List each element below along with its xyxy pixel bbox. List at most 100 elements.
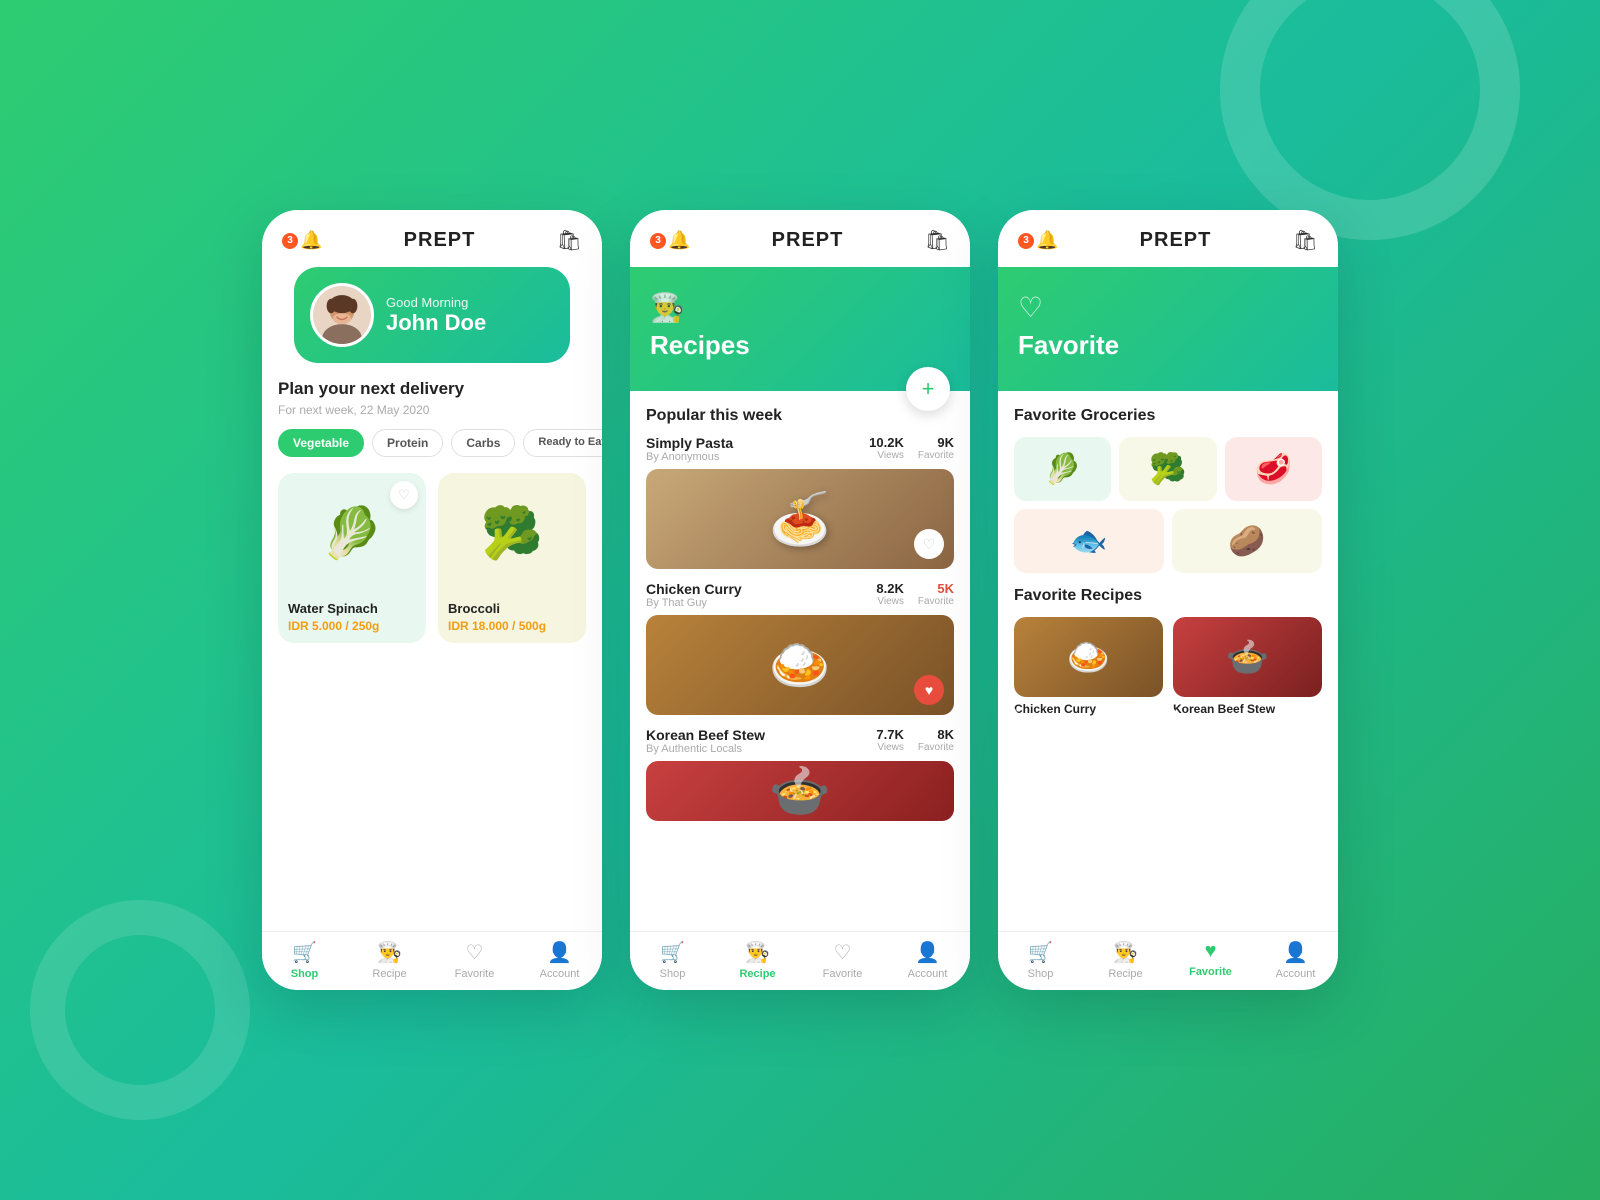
recipe-stats-curry: 8.2K Views 5K Favorite bbox=[876, 581, 954, 607]
product-card-spinach[interactable]: 🥬 ♡ Water Spinach IDR 5.000 / 250g bbox=[278, 473, 426, 643]
bell-icon-3[interactable]: 🔔 bbox=[1036, 230, 1058, 251]
nav-recipe-2[interactable]: 👨‍🍳 Recipe bbox=[715, 940, 800, 980]
recipe-page-title: Recipes bbox=[650, 330, 950, 361]
cart-icon-shop[interactable]: 🛍 bbox=[557, 228, 582, 253]
bg-decoration-circle-2 bbox=[30, 900, 250, 1120]
nav-account-3[interactable]: 👤 Account bbox=[1253, 940, 1338, 980]
bell-icon-2[interactable]: 🔔 bbox=[668, 230, 690, 251]
nav-favorite-3[interactable]: ♥ Favorite bbox=[1168, 940, 1253, 980]
cart-icon-favorite[interactable]: 🛍 bbox=[1293, 228, 1318, 253]
product-img-broccoli: 🥦 bbox=[438, 473, 586, 593]
recipe-name-beef: Korean Beef Stew bbox=[646, 727, 765, 743]
shop-nav-label: Shop bbox=[291, 968, 319, 980]
recipe-nav-label-3: Recipe bbox=[1108, 968, 1142, 980]
fav-recipe-img-curry: 🍛 bbox=[1014, 617, 1163, 697]
grocery-tile-salmon[interactable]: 🐟 bbox=[1014, 509, 1164, 573]
header-shop: 3 🔔 PREPT 🛍 bbox=[262, 210, 602, 267]
nav-shop-2[interactable]: 🛒 Shop bbox=[630, 940, 715, 980]
account-nav-label-2: Account bbox=[908, 968, 948, 980]
bottom-nav-recipe: 🛒 Shop 👨‍🍳 Recipe ♡ Favorite 👤 Account bbox=[630, 931, 970, 990]
nav-account-1[interactable]: 👤 Account bbox=[517, 940, 602, 980]
recipe-meta-beef: Korean Beef Stew By Authentic Locals 7.7… bbox=[646, 727, 954, 755]
recipe-info-beef: Korean Beef Stew By Authentic Locals bbox=[646, 727, 765, 755]
favorite-page-title: Favorite bbox=[1018, 330, 1318, 361]
shop-nav-icon-3: 🛒 bbox=[1028, 940, 1053, 965]
recipe-stats-beef: 7.7K Views 8K Favorite bbox=[876, 727, 954, 753]
grocery-grid-row1: 🥬 🥦 🥩 bbox=[1014, 437, 1322, 501]
user-avatar bbox=[310, 283, 374, 347]
screen-shop: 3 🔔 PREPT 🛍 bbox=[262, 210, 602, 990]
recipe-author-pasta: By Anonymous bbox=[646, 451, 733, 463]
recipe-korean-beef[interactable]: Korean Beef Stew By Authentic Locals 7.7… bbox=[646, 727, 954, 821]
recipe-name-curry: Chicken Curry bbox=[646, 581, 742, 597]
hero-text: Good Morning John Doe bbox=[386, 295, 486, 336]
recipe-nav-label-2: Recipe bbox=[739, 968, 775, 980]
nav-shop-3[interactable]: 🛒 Shop bbox=[998, 940, 1083, 980]
filter-ready[interactable]: Ready to Eat bbox=[523, 429, 602, 457]
product-grid: 🥬 ♡ Water Spinach IDR 5.000 / 250g 🥦 bbox=[278, 473, 586, 643]
notification-badge-2[interactable]: 3 bbox=[650, 233, 666, 249]
grocery-tile-potato[interactable]: 🥔 bbox=[1172, 509, 1322, 573]
recipe-views-beef: 7.7K Views bbox=[876, 727, 903, 753]
header-recipe: 3 🔔 PREPT 🛍 bbox=[630, 210, 970, 267]
product-img-spinach: 🥬 ♡ bbox=[278, 473, 426, 593]
nav-account-2[interactable]: 👤 Account bbox=[885, 940, 970, 980]
filter-protein[interactable]: Protein bbox=[372, 429, 443, 457]
filter-vegetable[interactable]: Vegetable bbox=[278, 429, 364, 457]
favorite-nav-label-2: Favorite bbox=[823, 968, 863, 980]
delivery-title: Plan your next delivery bbox=[278, 379, 586, 399]
heart-btn-curry[interactable]: ♥ bbox=[914, 675, 944, 705]
cart-icon-recipe[interactable]: 🛍 bbox=[925, 228, 950, 253]
account-nav-label-1: Account bbox=[540, 968, 580, 980]
fav-recipe-name-beef: Korean Beef Stew bbox=[1173, 702, 1322, 716]
notification-badge[interactable]: 3 bbox=[282, 233, 298, 249]
screen-favorite: 3 🔔 PREPT 🛍 ♡ Favorite Favorite Grocerie… bbox=[998, 210, 1338, 990]
nav-favorite-2[interactable]: ♡ Favorite bbox=[800, 940, 885, 980]
username-text: John Doe bbox=[386, 310, 486, 336]
recipe-simply-pasta[interactable]: Simply Pasta By Anonymous 10.2K Views 9K… bbox=[646, 435, 954, 569]
product-card-broccoli[interactable]: 🥦 Broccoli IDR 18.000 / 500g bbox=[438, 473, 586, 643]
recipe-nav-label-1: Recipe bbox=[372, 968, 406, 980]
favorite-nav-icon-2: ♡ bbox=[834, 940, 852, 965]
filter-carbs[interactable]: Carbs bbox=[451, 429, 515, 457]
fav-recipe-curry[interactable]: 🍛 Chicken Curry bbox=[1014, 617, 1163, 716]
recipe-author-curry: By That Guy bbox=[646, 597, 742, 609]
add-recipe-button[interactable]: + bbox=[906, 367, 950, 411]
shop-nav-icon: 🛒 bbox=[292, 940, 317, 965]
recipe-nav-icon-2: 👨‍🍳 bbox=[745, 940, 770, 965]
notification-badge-3[interactable]: 3 bbox=[1018, 233, 1034, 249]
greeting-text: Good Morning bbox=[386, 295, 486, 310]
recipe-author-beef: By Authentic Locals bbox=[646, 743, 765, 755]
popular-title: Popular this week bbox=[646, 407, 954, 425]
header-favorite: 3 🔔 PREPT 🛍 bbox=[998, 210, 1338, 267]
heart-btn-pasta[interactable]: ♡ bbox=[914, 529, 944, 559]
grocery-tile-broccoli[interactable]: 🥦 bbox=[1119, 437, 1216, 501]
shop-nav-icon-2: 🛒 bbox=[660, 940, 685, 965]
screens-container: 3 🔔 PREPT 🛍 bbox=[262, 210, 1338, 990]
bell-icon[interactable]: 🔔 bbox=[300, 230, 322, 251]
header-left-3: 3 🔔 bbox=[1018, 230, 1058, 251]
recipe-views-curry: 8.2K Views bbox=[876, 581, 903, 607]
product-name-spinach: Water Spinach bbox=[288, 601, 416, 616]
recipe-stats-pasta: 10.2K Views 9K Favorite bbox=[869, 435, 954, 461]
recipe-img-pasta: 🍝 ♡ bbox=[646, 469, 954, 569]
recipe-info-curry: Chicken Curry By That Guy bbox=[646, 581, 742, 609]
nav-favorite-1[interactable]: ♡ Favorite bbox=[432, 940, 517, 980]
heart-btn-spinach[interactable]: ♡ bbox=[390, 481, 418, 509]
product-info-broccoli: Broccoli IDR 18.000 / 500g bbox=[438, 593, 586, 643]
nav-shop[interactable]: 🛒 Shop bbox=[262, 940, 347, 980]
favorite-nav-icon-3: ♥ bbox=[1205, 940, 1217, 963]
recipe-chicken-curry[interactable]: Chicken Curry By That Guy 8.2K Views 5K … bbox=[646, 581, 954, 715]
grocery-tile-spinach[interactable]: 🥬 bbox=[1014, 437, 1111, 501]
favorite-hero: ♡ Favorite bbox=[998, 267, 1338, 391]
grocery-tile-meat[interactable]: 🥩 bbox=[1225, 437, 1322, 501]
recipe-img-beef: 🍲 bbox=[646, 761, 954, 821]
bottom-nav-shop: 🛒 Shop 👨‍🍳 Recipe ♡ Favorite 👤 Account bbox=[262, 931, 602, 990]
recipe-nav-icon-3: 👨‍🍳 bbox=[1113, 940, 1138, 965]
recipe-meta-curry: Chicken Curry By That Guy 8.2K Views 5K … bbox=[646, 581, 954, 609]
fav-recipe-beef[interactable]: 🍲 Korean Beef Stew bbox=[1173, 617, 1322, 716]
recipe-fav-curry: 5K Favorite bbox=[918, 581, 954, 607]
fav-recipes-grid: 🍛 Chicken Curry 🍲 Korean Beef Stew bbox=[1014, 617, 1322, 716]
nav-recipe-3[interactable]: 👨‍🍳 Recipe bbox=[1083, 940, 1168, 980]
nav-recipe-1[interactable]: 👨‍🍳 Recipe bbox=[347, 940, 432, 980]
